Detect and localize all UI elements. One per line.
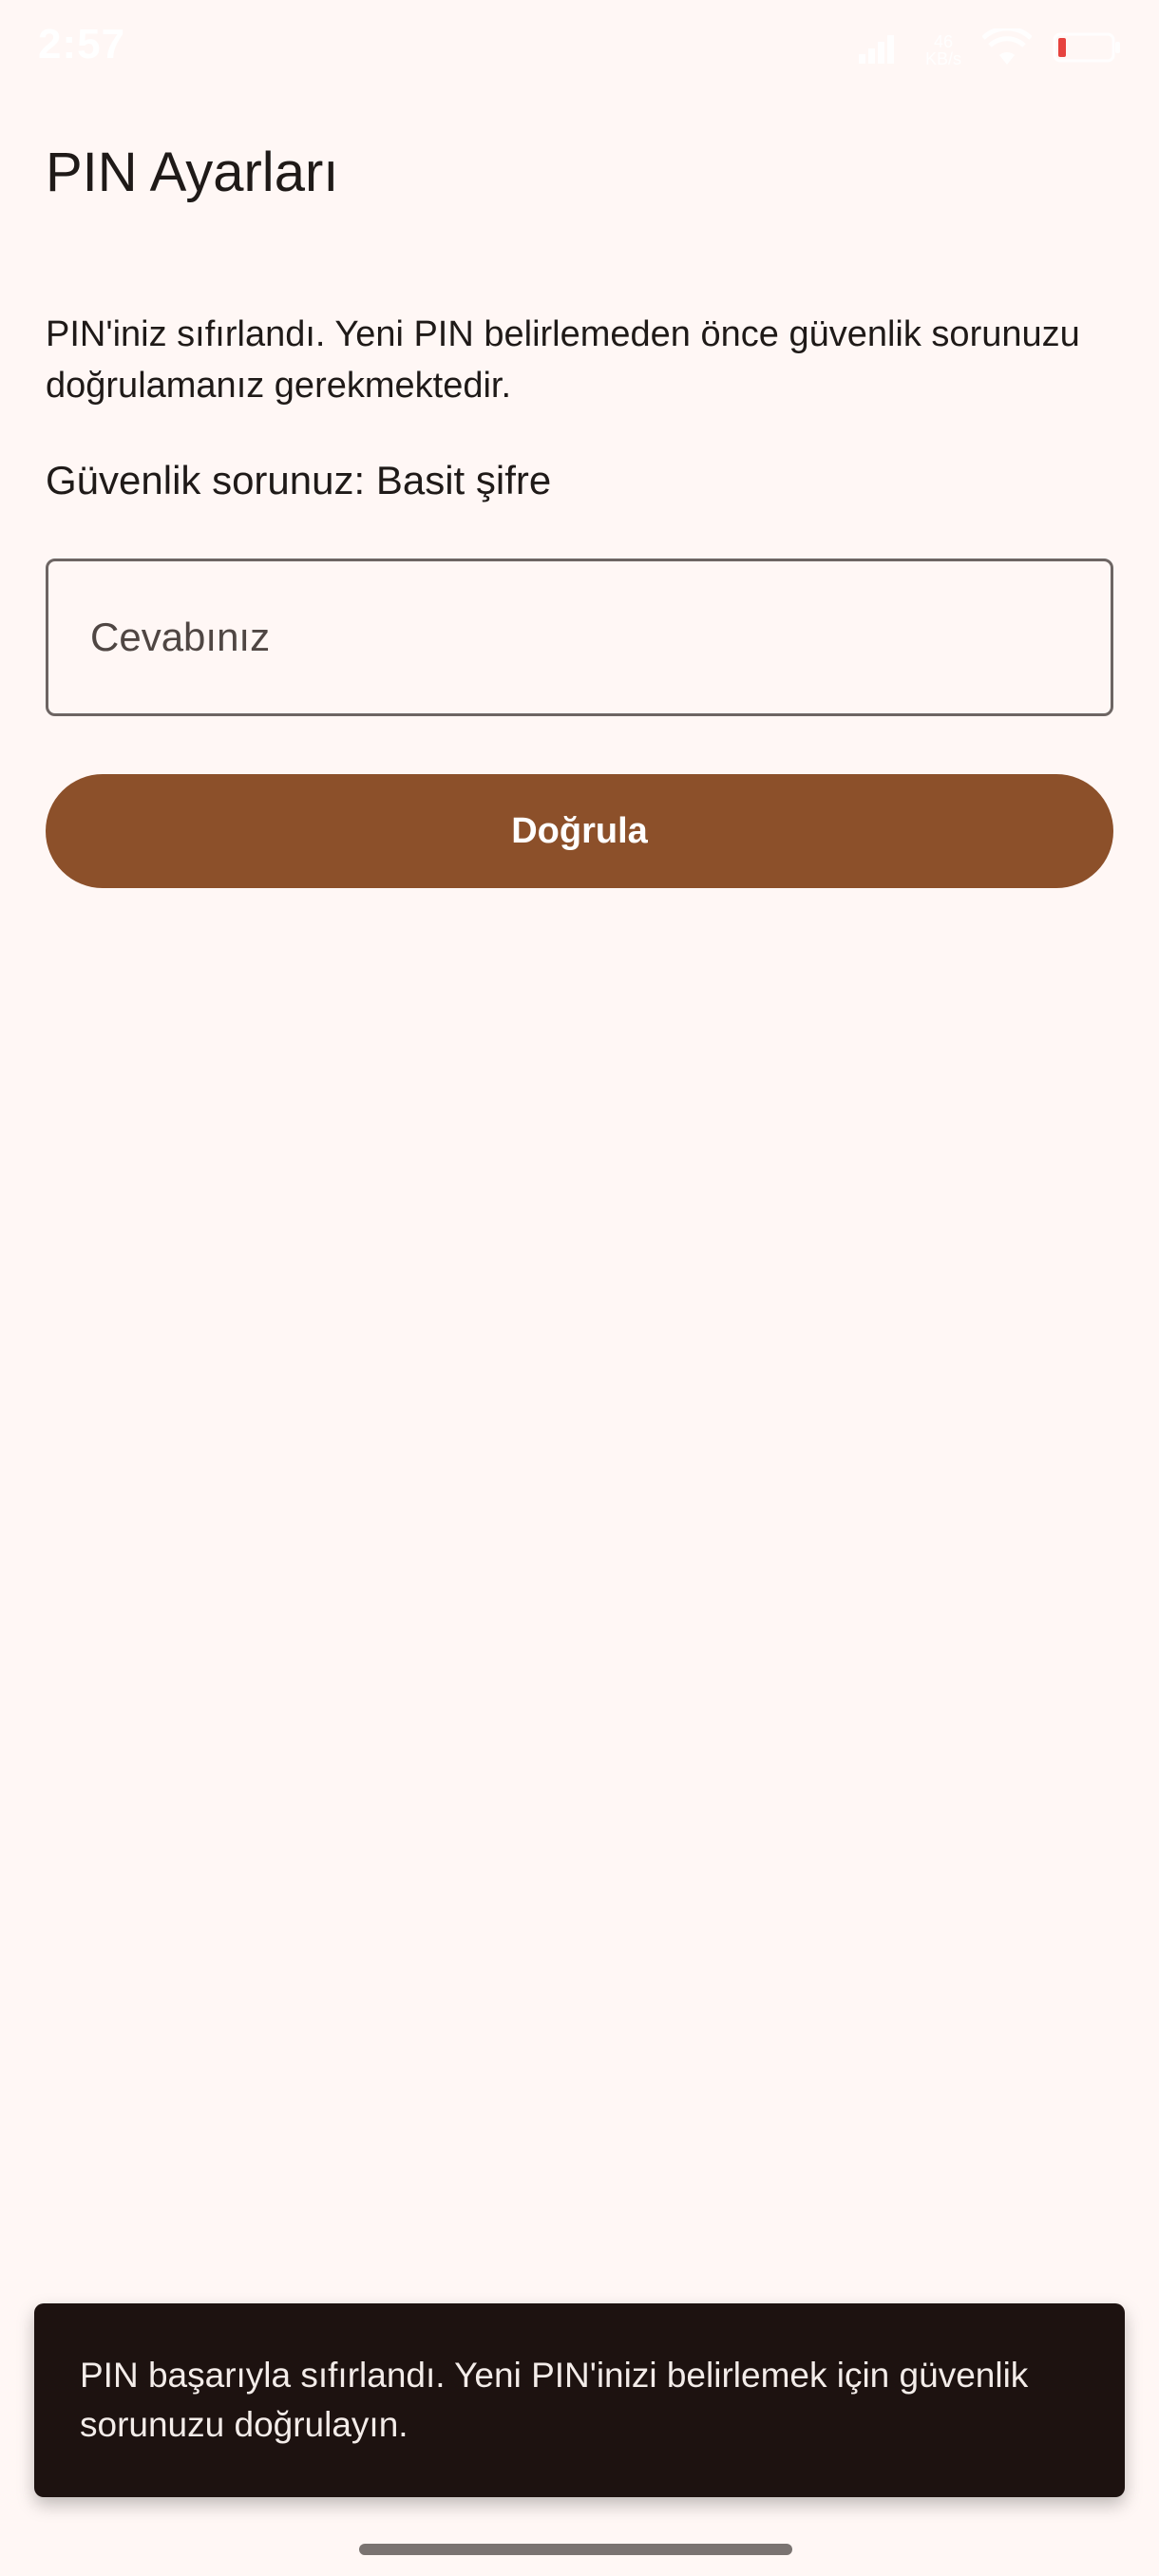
page-title: PIN Ayarları [46, 142, 339, 203]
signal-icon [858, 31, 904, 68]
verify-button[interactable]: Doğrula [46, 774, 1113, 888]
network-speed-unit: KB/s [924, 48, 961, 68]
network-speed: 46 KB/s [925, 33, 961, 67]
wifi-icon [981, 26, 1033, 71]
battery-icon [1053, 31, 1121, 68]
snackbar-message: PIN başarıyla sıfırlandı. Yeni PIN'inizi… [80, 2356, 1029, 2444]
status-time: 2:57 [38, 21, 126, 67]
reset-description: PIN'iniz sıfırlandı. Yeni PIN belirlemed… [46, 314, 1080, 406]
status-icons: 46 KB/s [858, 26, 1121, 71]
status-bar: 2:57 46 KB/s [0, 0, 1159, 95]
security-question-label: Güvenlik sorunuz: Basit şifre [46, 458, 552, 502]
network-speed-value: 46 [933, 31, 953, 51]
home-indicator[interactable] [359, 2544, 792, 2555]
answer-input[interactable] [46, 559, 1113, 716]
snackbar: PIN başarıyla sıfırlandı. Yeni PIN'inizi… [34, 2303, 1125, 2497]
